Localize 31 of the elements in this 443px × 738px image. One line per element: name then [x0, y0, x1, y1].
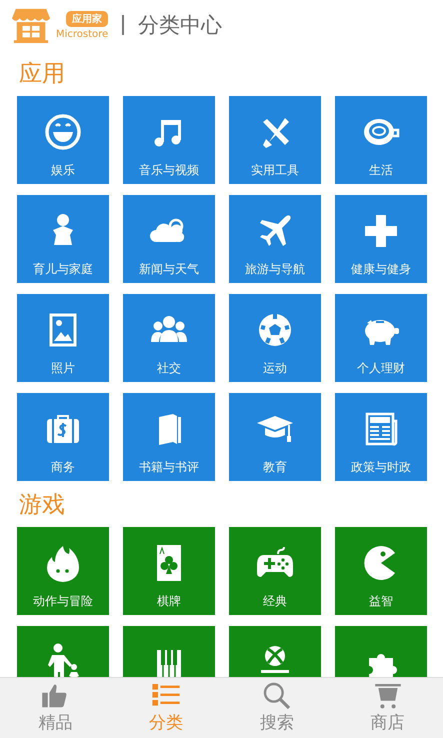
category-tile[interactable]: 社交 [123, 294, 215, 382]
category-tile[interactable]: 商务 [17, 393, 109, 481]
category-tile[interactable]: 娱乐 [17, 96, 109, 184]
category-tile[interactable]: 政策与时政 [335, 393, 427, 481]
section-title: 游戏 [18, 490, 66, 520]
logo-text: Microstore [56, 28, 108, 40]
category-tile[interactable]: 音乐与视频 [123, 96, 215, 184]
nav-tab[interactable]: 精品 [0, 678, 111, 738]
page-title: 分类中心 [138, 12, 222, 39]
category-tile[interactable]: 育儿与家庭 [17, 195, 109, 283]
category-tile[interactable]: 生活 [335, 96, 427, 184]
category-tile[interactable]: 运动 [229, 294, 321, 382]
nav-tab[interactable]: 商店 [332, 678, 443, 738]
category-tile[interactable]: 经典 [229, 527, 321, 615]
logo-badge: 应用家 [66, 10, 108, 26]
nav-tab[interactable]: 分类 [110, 678, 222, 738]
category-tile[interactable]: 实用工具 [229, 96, 321, 184]
category-tile[interactable]: 棋牌 [123, 527, 215, 615]
category-tile[interactable]: 教育 [229, 393, 321, 481]
category-tile[interactable]: 个人理财 [335, 294, 427, 382]
category-tile[interactable]: 动作与冒险 [17, 527, 109, 615]
nav-tab[interactable]: 搜索 [222, 678, 332, 738]
storefront-icon [11, 6, 51, 44]
category-tile[interactable]: 新闻与天气 [123, 195, 215, 283]
category-tile[interactable]: 旅游与导航 [229, 195, 321, 283]
category-tile[interactable]: 照片 [17, 294, 109, 382]
smiley-icon [43, 112, 83, 152]
section-title: 应用 [18, 60, 66, 88]
category-tile[interactable]: 益智 [335, 527, 427, 615]
category-tile[interactable]: 书籍与书评 [123, 393, 215, 481]
category-tile[interactable]: 健康与健身 [335, 195, 427, 283]
